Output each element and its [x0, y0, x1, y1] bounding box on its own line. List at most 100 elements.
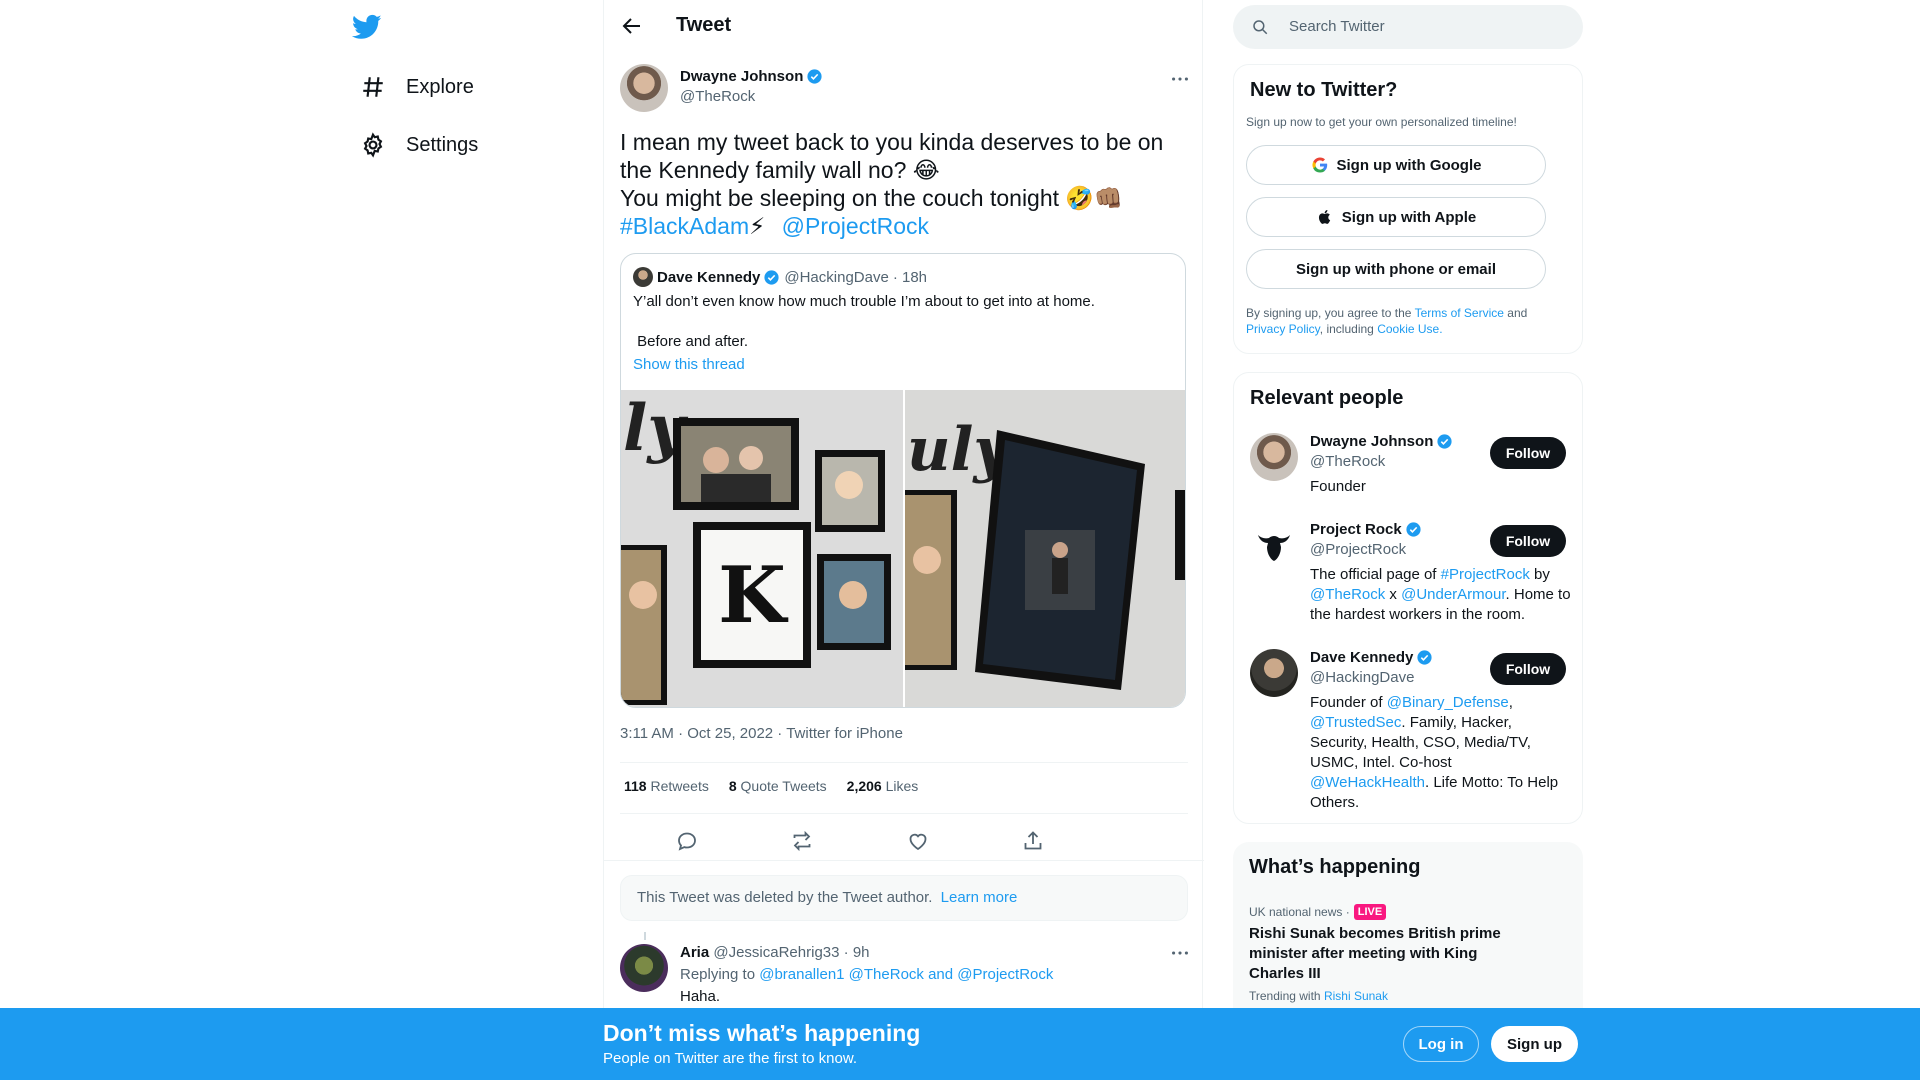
author-name[interactable]: Dwayne Johnson	[680, 68, 823, 85]
trending-topic-link[interactable]: Rishi Sunak	[1324, 989, 1388, 1003]
stat-count: 8	[728, 778, 737, 794]
thread-line	[644, 932, 646, 940]
hashtag-link[interactable]: #BlackAdam	[620, 213, 749, 239]
tweet-meta[interactable]: 3:11 AM · Oct 25, 2022 · Twitter for iPh…	[620, 725, 903, 742]
reply-icon[interactable]	[675, 829, 699, 853]
quote-image-before[interactable]: ly K	[621, 390, 903, 707]
signup-button[interactable]: Sign up	[1491, 1026, 1578, 1062]
legal-including: , including	[1319, 322, 1374, 336]
bio-text: by	[1529, 566, 1550, 583]
divider	[604, 860, 1204, 861]
nav-settings[interactable]: Settings	[348, 120, 490, 170]
person-avatar[interactable]	[1250, 649, 1298, 697]
bio-mention-link[interactable]: @Binary_Defense	[1387, 694, 1509, 711]
stat-likes[interactable]: 2,206 Likes	[847, 778, 919, 794]
bio-text: Founder of	[1310, 694, 1387, 711]
relevant-people-card: Relevant people Dwayne Johnson @TheRock …	[1233, 372, 1583, 824]
person-name[interactable]: Dwayne Johnson	[1310, 433, 1453, 450]
monogram-letter: K	[718, 550, 789, 641]
bio-hashtag-link[interactable]: #ProjectRock	[1441, 566, 1530, 583]
bio-text: ,	[1508, 694, 1513, 711]
person-handle[interactable]: @TheRock	[1310, 453, 1385, 470]
person-name-text: Dwayne Johnson	[1310, 433, 1434, 450]
quote-header: Dave Kennedy @HackingDave · 18h	[633, 267, 927, 287]
bio-text: The official page of	[1310, 566, 1441, 583]
twitter-logo-icon[interactable]	[351, 12, 382, 42]
banner-title: Don’t miss what’s happening	[603, 1020, 921, 1046]
trending-with: Trending with Rishi Sunak	[1249, 989, 1388, 1003]
stat-quote-tweets[interactable]: 8 Quote Tweets	[729, 778, 827, 794]
trend-headline[interactable]: Rishi Sunak becomes British prime minist…	[1249, 924, 1509, 984]
terms-link[interactable]: Terms of Service	[1415, 306, 1504, 320]
person-handle[interactable]: @ProjectRock	[1310, 541, 1406, 558]
signup-phone-email-button[interactable]: Sign up with phone or email	[1246, 249, 1546, 289]
person-bio: Founder of @Binary_Defense, @TrustedSec.…	[1310, 693, 1572, 813]
quote-text: Before and after.	[633, 333, 749, 350]
nav-explore[interactable]: Explore	[348, 62, 486, 112]
person-avatar[interactable]	[1250, 521, 1298, 569]
person-avatar[interactable]	[1250, 433, 1298, 481]
signup-google-button[interactable]: Sign up with Google	[1246, 145, 1546, 185]
reply-header: Aria @JessicaRehrig33 · 9h	[680, 944, 870, 961]
author-handle[interactable]: @TheRock	[680, 88, 755, 105]
tweet-text-line: You might be sleeping on the couch tonig…	[620, 185, 1123, 211]
retweet-icon[interactable]	[790, 829, 814, 853]
signup-banner: Don’t miss what’s happening People on Tw…	[0, 1008, 1920, 1080]
tweet-actions	[620, 823, 1188, 859]
replying-prefix: Replying to	[680, 966, 756, 983]
tweet-text: I mean my tweet back to you kinda deserv…	[620, 128, 1180, 240]
learn-more-link[interactable]: Learn more	[941, 889, 1018, 906]
apple-icon	[1318, 210, 1330, 224]
nav-explore-label: Explore	[406, 75, 474, 98]
person-name[interactable]: Project Rock	[1310, 521, 1422, 538]
reply-handle[interactable]: @JessicaRehrig33	[713, 944, 839, 961]
tweet-text-line: the Kennedy family wall no? 😂	[620, 157, 940, 183]
reply-name[interactable]: Aria	[680, 944, 709, 961]
signup-apple-button[interactable]: Sign up with Apple	[1246, 197, 1546, 237]
show-thread-link[interactable]: Show this thread	[633, 356, 745, 373]
quote-image-after[interactable]: uly	[905, 390, 1185, 707]
cookie-link[interactable]: Cookie Use.	[1377, 322, 1442, 336]
more-icon[interactable]	[1169, 942, 1191, 964]
verified-icon	[1406, 522, 1421, 537]
stat-retweets[interactable]: 118 Retweets	[624, 778, 709, 794]
bio-mention-link[interactable]: @UnderArmour	[1401, 586, 1505, 603]
verified-icon	[764, 269, 779, 285]
bio-mention-link[interactable]: @TrustedSec	[1310, 714, 1401, 731]
replying-to: Replying to @branallen1 @TheRock and @Pr…	[680, 966, 1053, 983]
follow-button[interactable]: Follow	[1490, 653, 1566, 685]
back-arrow-icon[interactable]	[620, 14, 644, 38]
search-bar[interactable]: Search Twitter	[1233, 5, 1583, 49]
more-icon[interactable]	[1169, 68, 1191, 90]
author-avatar[interactable]	[620, 64, 668, 112]
replying-to-mentions[interactable]: @branallen1 @TheRock and @ProjectRock	[759, 966, 1053, 983]
privacy-link[interactable]: Privacy Policy	[1246, 322, 1320, 336]
mention-link[interactable]: @ProjectRock	[782, 213, 929, 239]
follow-button[interactable]: Follow	[1490, 437, 1566, 469]
stat-label: Retweets	[650, 778, 709, 794]
bio-mention-link[interactable]: @WeHackHealth	[1310, 774, 1425, 791]
share-icon[interactable]	[1021, 829, 1045, 853]
stat-label: Likes	[885, 778, 919, 794]
tweet-stats: 118 Retweets 8 Quote Tweets 2,206 Likes	[624, 778, 918, 794]
quoted-tweet[interactable]: Dave Kennedy @HackingDave · 18h Y’all do…	[620, 253, 1186, 708]
gear-icon	[363, 132, 383, 158]
tweet-text-line: #BlackAdam⚡ @ProjectRock	[620, 212, 1180, 240]
like-icon[interactable]	[906, 829, 930, 853]
reply-avatar[interactable]	[620, 944, 668, 992]
nav-settings-label: Settings	[406, 133, 479, 156]
search-input[interactable]: Search Twitter	[1289, 18, 1385, 35]
card-title: New to Twitter?	[1250, 79, 1398, 101]
person-handle[interactable]: @HackingDave	[1310, 669, 1414, 686]
reply-text: Haha.	[680, 988, 721, 1005]
banner-subtitle: People on Twitter are the first to know.	[603, 1050, 858, 1067]
quote-author-handle: @HackingDave	[784, 268, 889, 286]
person-name[interactable]: Dave Kennedy	[1310, 649, 1433, 666]
verified-icon	[1417, 650, 1432, 665]
signup-google-label: Sign up with Google	[1336, 156, 1482, 174]
follow-button[interactable]: Follow	[1490, 525, 1566, 557]
main-column: Tweet Dwayne Johnson @TheRock I mean my …	[603, 0, 1204, 1080]
bio-mention-link[interactable]: @TheRock	[1310, 586, 1385, 603]
login-button[interactable]: Log in	[1403, 1026, 1479, 1062]
tweet-header: Tweet	[604, 0, 1204, 53]
